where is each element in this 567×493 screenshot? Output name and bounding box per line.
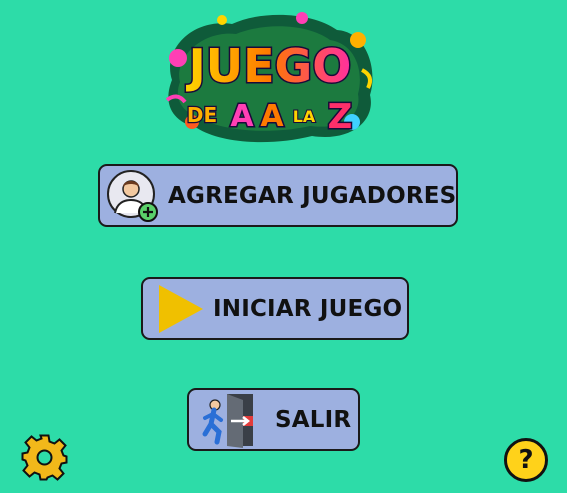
logo-a2: A xyxy=(260,99,284,134)
gear-icon xyxy=(21,434,68,481)
help-label: ? xyxy=(518,445,534,475)
logo-title: JUEGO xyxy=(186,39,352,93)
logo-a1: A xyxy=(230,99,254,134)
play-icon xyxy=(157,283,205,335)
exit-button[interactable]: SALIR xyxy=(187,388,360,451)
add-players-button[interactable]: AGREGAR JUGADORES xyxy=(98,164,458,227)
exit-label: SALIR xyxy=(275,406,352,433)
settings-button[interactable] xyxy=(21,434,68,481)
start-game-button[interactable]: INICIAR JUEGO xyxy=(141,277,409,340)
exit-door-icon xyxy=(201,392,257,448)
start-game-label: INICIAR JUEGO xyxy=(213,295,403,322)
help-button[interactable]: ? xyxy=(504,438,548,482)
logo-la: LA xyxy=(293,107,316,126)
add-players-label: AGREGAR JUGADORES xyxy=(168,182,457,209)
game-logo: JUEGO DE A A LA Z xyxy=(162,10,378,146)
add-user-icon xyxy=(106,169,160,223)
logo-de: DE xyxy=(187,103,217,127)
logo-z: Z xyxy=(328,97,353,137)
